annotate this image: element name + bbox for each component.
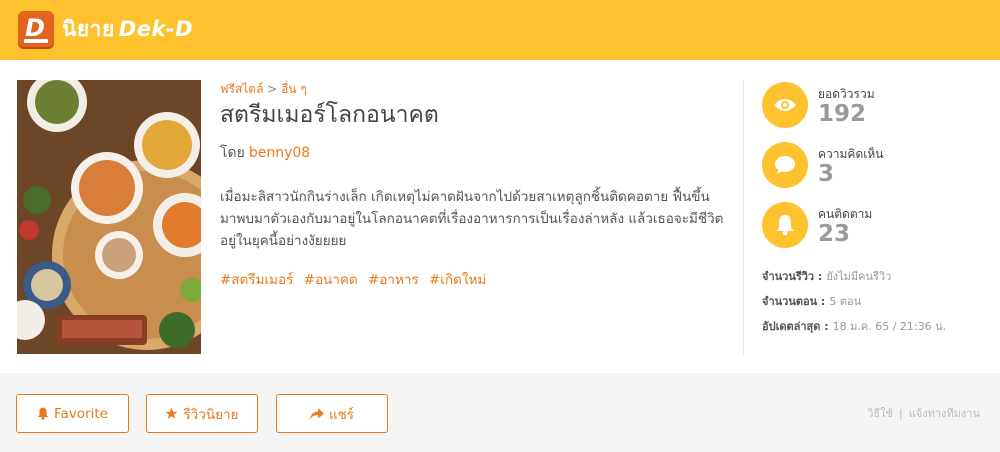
author-line: โดย benny08 <box>220 142 725 164</box>
breadcrumb-separator: > <box>267 82 278 96</box>
novel-title: สตรีมเมอร์โลกอนาคต <box>220 102 439 128</box>
howto-link[interactable]: วิธีใช้ <box>867 407 893 420</box>
favorite-label: Favorite <box>54 405 108 422</box>
stat-followers: คนติดตาม 23 <box>762 202 992 262</box>
star-icon <box>165 407 178 420</box>
share-button[interactable]: แชร์ <box>276 394 388 433</box>
stat-comments: ความคิดเห็น 3 <box>762 142 992 202</box>
comments-count: 3 <box>818 161 835 187</box>
breadcrumb: ฟรีสไตล์ > อื่น ๆ <box>220 80 725 96</box>
report-link[interactable]: แจ้งทางทีมงาน <box>909 407 980 420</box>
breadcrumb-subcategory[interactable]: อื่น ๆ <box>281 82 307 96</box>
novel-synopsis: เมื่อมะลิสาวนักกินร่างเล็ก เกิดเหตุไม่คา… <box>220 189 724 249</box>
tag-list: #สตรีมเมอร์ #อนาคต #อาหาร #เกิดใหม่ <box>220 268 725 290</box>
vertical-divider <box>743 80 744 356</box>
meta-reviews: จำนวนรีวิว : ยังไม่มีคนรีวิว <box>762 270 892 283</box>
tag-link[interactable]: #สตรีมเมอร์ <box>220 272 293 288</box>
speech-bubble-icon <box>762 142 808 188</box>
favorite-button[interactable]: Favorite <box>16 394 129 433</box>
tag-link[interactable]: #อาหาร <box>368 272 419 288</box>
footer-links: วิธีใช้ | แจ้งทางทีมงาน <box>867 404 980 422</box>
eye-icon <box>762 82 808 128</box>
logo-thai: นิยาย <box>62 16 115 41</box>
meta-updated: อัปเดตล่าสุด :18 ม.ค. 65 / 21:36 น. <box>762 320 947 333</box>
dekd-logo[interactable]: D นิยาย Dek-D <box>18 11 193 47</box>
stat-views: ยอดวิวรวม 192 <box>762 82 992 142</box>
bell-icon <box>762 202 808 248</box>
review-button[interactable]: รีวิวนิยาย <box>146 394 258 433</box>
tag-link[interactable]: #เกิดใหม่ <box>429 272 486 288</box>
review-label: รีวิวนิยาย <box>183 406 239 423</box>
novel-cover-image[interactable] <box>17 80 201 354</box>
bell-icon <box>37 407 49 420</box>
novel-info: ฟรีสไตล์ > อื่น ๆ สตรีมเมอร์โลกอนาคต โดย… <box>220 80 725 290</box>
logo-text: นิยาย Dek-D <box>62 13 193 46</box>
breadcrumb-category[interactable]: ฟรีสไตล์ <box>220 82 263 96</box>
novel-panel: ฟรีสไตล์ > อื่น ๆ สตรีมเมอร์โลกอนาคต โดย… <box>0 60 1000 373</box>
views-count: 192 <box>818 101 867 127</box>
novel-meta: จำนวนรีวิว : ยังไม่มีคนรีวิว จำนวนตอน :5 … <box>762 264 992 339</box>
stats-panel: ยอดวิวรวม 192 ความคิดเห็น 3 คนติดตาม 23 … <box>762 82 992 339</box>
action-bar: Favorite รีวิวนิยาย แชร์ วิธีใช้ | แจ้งทาง… <box>0 373 1000 452</box>
followers-count: 23 <box>818 221 851 247</box>
footer-separator: | <box>899 407 903 420</box>
share-label: แชร์ <box>328 406 355 423</box>
logo-badge-icon: D <box>18 11 54 47</box>
logo-brand: Dek-D <box>118 16 194 41</box>
share-arrow-icon <box>309 407 324 420</box>
tag-link[interactable]: #อนาคต <box>304 272 358 288</box>
author-prefix: โดย <box>220 145 245 161</box>
top-header: D นิยาย Dek-D <box>0 0 1000 60</box>
meta-episodes: จำนวนตอน :5 ตอน <box>762 295 862 308</box>
author-link[interactable]: benny08 <box>249 145 310 161</box>
